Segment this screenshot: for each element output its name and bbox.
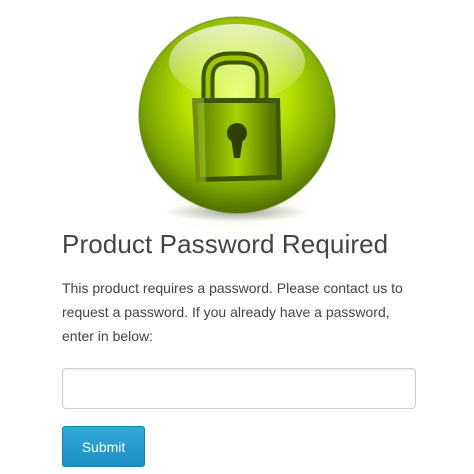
- submit-button[interactable]: Submit: [62, 426, 145, 467]
- password-page: Product Password Required This product r…: [0, 0, 474, 474]
- password-input[interactable]: [62, 368, 416, 409]
- page-title: Product Password Required: [62, 229, 389, 259]
- password-instructions: This product requires a password. Please…: [62, 280, 403, 344]
